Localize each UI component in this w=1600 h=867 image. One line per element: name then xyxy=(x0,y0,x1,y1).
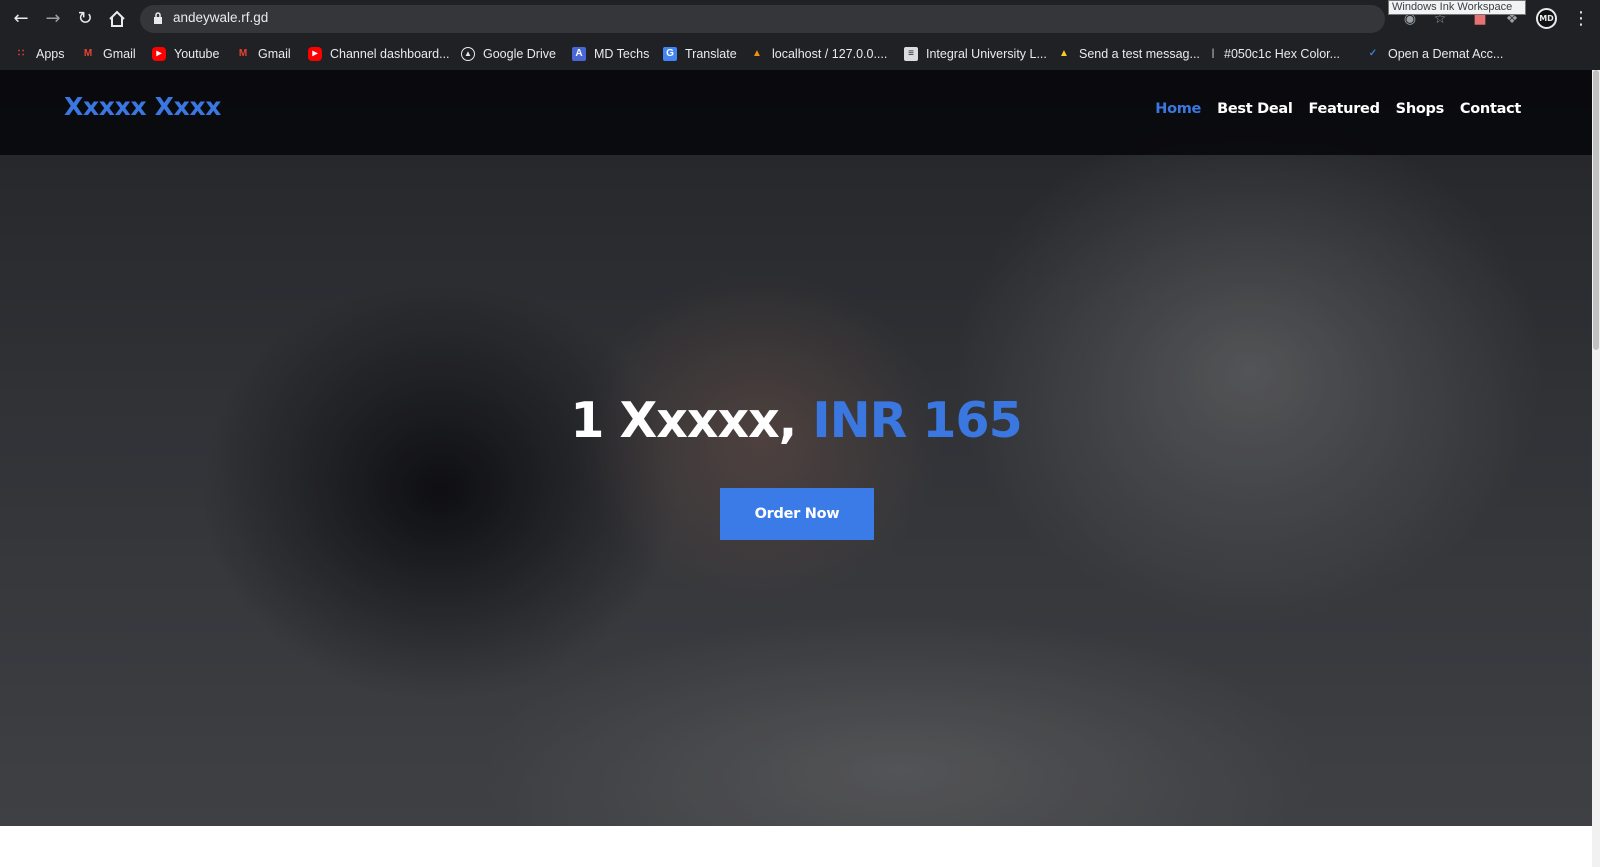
nav-shops[interactable]: Shops xyxy=(1396,101,1445,117)
web-page: Xxxxx Xxxx Home Best Deal Featured Shops… xyxy=(0,70,1600,867)
menu-icon[interactable]: ⋮ xyxy=(1572,8,1590,30)
bookmark-label: Integral University L... xyxy=(926,47,1047,61)
youtube-icon: ▸ xyxy=(152,47,166,61)
url-text: andeywale.rf.gd xyxy=(173,10,269,25)
firebase-icon: ▲ xyxy=(1059,48,1069,59)
bookmark-label: Gmail xyxy=(258,47,291,61)
bookmark-channel-dashboard[interactable]: ▸ Channel dashboard... xyxy=(308,44,450,64)
color-icon: | xyxy=(1211,48,1215,59)
site-logo[interactable]: Xxxxx Xxxx xyxy=(64,92,221,121)
nav-featured[interactable]: Featured xyxy=(1309,101,1380,117)
bookmark-label: Channel dashboard... xyxy=(330,47,450,61)
address-bar[interactable]: andeywale.rf.gd xyxy=(140,5,1385,33)
browser-toolbar: ← → ↻ andeywale.rf.gd ◉ ☆ ■ ❖ Windows In… xyxy=(0,0,1600,37)
scrollbar[interactable] xyxy=(1592,70,1600,867)
headline-price: INR 165 xyxy=(812,392,1022,449)
bookmark-send-test-message[interactable]: ▲ Send a test messag... xyxy=(1057,44,1200,64)
bookmark-label: #050c1c Hex Color... xyxy=(1224,47,1341,61)
forward-icon[interactable]: → xyxy=(42,8,64,30)
bookmark-apps[interactable]: ∷ Apps xyxy=(14,44,65,64)
md-techs-icon: A xyxy=(572,47,586,61)
bookmark-md-techs[interactable]: A MD Techs xyxy=(572,44,649,64)
bookmark-youtube[interactable]: ▸ Youtube xyxy=(152,44,219,64)
bookmark-label: Open a Demat Acc... xyxy=(1388,47,1504,61)
bookmark-hex-color[interactable]: | #050c1c Hex Color... xyxy=(1210,44,1340,64)
bookmark-gmail-2[interactable]: M Gmail xyxy=(236,44,291,64)
tooltip: Windows Ink Workspace xyxy=(1388,0,1526,15)
lock-icon xyxy=(154,12,162,24)
bookmark-integral-university[interactable]: ≡ Integral University L... xyxy=(904,44,1047,64)
apps-grid-icon: ∷ xyxy=(17,48,25,59)
back-icon[interactable]: ← xyxy=(10,8,32,30)
bookmark-translate[interactable]: G Translate xyxy=(663,44,737,64)
scrollbar-thumb[interactable] xyxy=(1593,70,1599,350)
bookmark-localhost[interactable]: ▲ localhost / 127.0.0.... xyxy=(750,44,887,64)
profile-avatar[interactable]: MD xyxy=(1536,8,1557,29)
bookmark-gmail[interactable]: M Gmail xyxy=(81,44,136,64)
order-now-button[interactable]: Order Now xyxy=(720,488,874,540)
nav-best-deal[interactable]: Best Deal xyxy=(1217,101,1293,117)
bookmark-google-drive[interactable]: ▲ Google Drive xyxy=(461,44,556,64)
bookmark-label: Send a test messag... xyxy=(1079,47,1200,61)
translate-icon: G xyxy=(663,47,677,61)
bookmark-label: Google Drive xyxy=(483,47,556,61)
bookmark-demat[interactable]: ✓ Open a Demat Acc... xyxy=(1366,44,1504,64)
bookmark-label: MD Techs xyxy=(594,47,650,61)
bookmark-label: Gmail xyxy=(103,47,136,61)
nav-home[interactable]: Home xyxy=(1155,101,1201,117)
main-nav: Home Best Deal Featured Shops Contact xyxy=(1155,101,1521,117)
bookmark-label: Apps xyxy=(36,47,65,61)
gmail-icon: M xyxy=(83,48,93,59)
hero-section: Xxxxx Xxxx Home Best Deal Featured Shops… xyxy=(0,70,1592,826)
site-header: Xxxxx Xxxx Home Best Deal Featured Shops… xyxy=(0,70,1592,155)
home-icon[interactable] xyxy=(106,8,128,30)
drive-icon: ▲ xyxy=(461,47,475,61)
headline-text: 1 Xxxxx, xyxy=(570,392,797,449)
hero-headline: 1 Xxxxx, INR 165 xyxy=(0,392,1592,449)
youtube-icon: ▸ xyxy=(308,47,322,61)
bookmark-label: localhost / 127.0.0.... xyxy=(772,47,888,61)
bookmark-label: Youtube xyxy=(174,47,220,61)
page-icon: ≡ xyxy=(904,47,918,61)
gmail-icon: M xyxy=(238,48,248,59)
reload-icon[interactable]: ↻ xyxy=(74,8,96,30)
demat-icon: ✓ xyxy=(1368,48,1378,59)
phpmyadmin-icon: ▲ xyxy=(752,48,762,59)
nav-contact[interactable]: Contact xyxy=(1460,101,1521,117)
bookmarks-bar: ∷ Apps M Gmail ▸ Youtube M Gmail ▸ Channel da… xyxy=(0,37,1600,70)
bookmark-label: Translate xyxy=(685,47,737,61)
